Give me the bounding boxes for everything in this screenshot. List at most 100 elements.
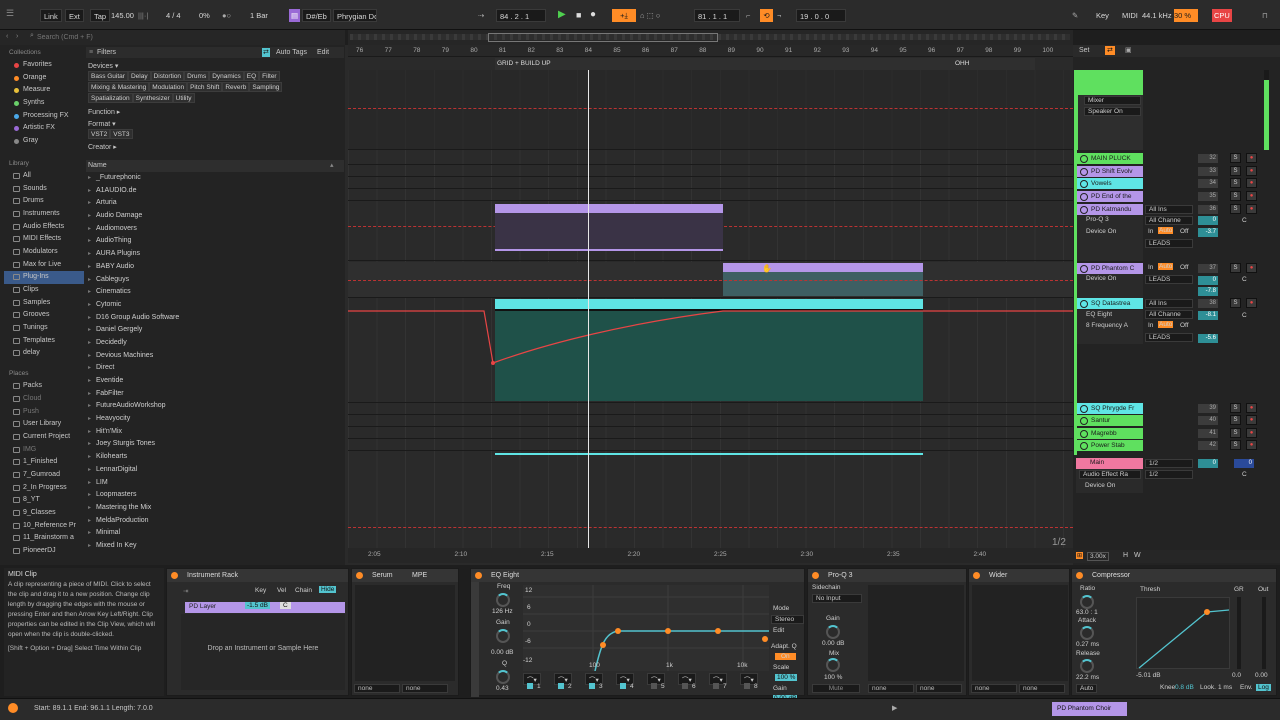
track-header[interactable]: PD End of the [1077,191,1143,202]
track-volume[interactable]: 38 [1198,299,1218,308]
list-item[interactable]: A1AUDIO.de [86,185,344,198]
lookahead-value[interactable]: 1 ms [1218,684,1232,691]
list-item[interactable]: Loopmasters [86,489,344,502]
list-item[interactable]: Arturia [86,197,344,210]
list-item[interactable]: LennarDigital [86,464,344,477]
chain-arrow-icon[interactable]: ⇥ [183,587,188,595]
loop-length-field[interactable]: 19 . 0 . 0 [796,9,846,22]
solo-button[interactable]: S [1230,428,1241,438]
loop-icon[interactable]: ⟲ [760,9,773,22]
devices-label[interactable]: Devices ▾ [86,62,344,70]
device-tag[interactable]: Modulation [149,82,188,92]
q-knob[interactable] [496,670,510,684]
arm-button[interactable]: ● [1246,204,1257,214]
list-item[interactable]: Audiomovers [86,223,344,236]
solo-button[interactable]: S [1230,440,1241,450]
threshold-value[interactable]: -5.01 dB [1136,672,1161,679]
device-title[interactable]: Pro-Q 3 [808,569,966,582]
library-item-midi-effects[interactable]: MIDI Effects [4,233,84,246]
band-toggle[interactable] [589,683,595,689]
chain-pan[interactable]: C [280,602,291,609]
list-item[interactable]: AURA Plugins [86,248,344,261]
track-header[interactable]: PD Phantom C [1077,263,1143,274]
format-label[interactable]: Format ▾ [86,120,344,128]
track-volume[interactable]: 37 [1198,264,1218,273]
arm-button[interactable]: ● [1246,153,1257,163]
monitor-in[interactable]: In [1148,264,1153,271]
device-tag[interactable]: Reverb [222,82,250,92]
device-tag[interactable]: Spatialization [88,93,133,103]
function-label[interactable]: Function ▸ [86,108,344,116]
input-channel-menu[interactable]: All Channe [1145,216,1193,225]
w-button[interactable]: W [1134,552,1141,559]
collection-measure[interactable]: Measure [4,84,84,97]
hide-toggle[interactable]: Hide [319,586,337,593]
list-item[interactable]: Cytomic [86,299,344,312]
collection-favorites[interactable]: Favorites [4,59,84,72]
list-item[interactable]: Kilohearts [86,451,344,464]
monitor-in[interactable]: In [1148,228,1153,235]
track-volume[interactable]: 36 [1198,205,1218,214]
selected-track-indicator[interactable]: PD Phantom Choir [1052,702,1127,716]
monitor-in[interactable]: In [1148,322,1153,329]
library-item-grooves[interactable]: Grooves [4,309,84,322]
ratio-value[interactable]: 63.0 : 1 [1076,609,1098,616]
follow-icon[interactable]: ⇢ [478,9,484,22]
compressor-device[interactable]: Compressor Ratio 63.0 : 1 Attack 0.27 ms… [1071,568,1277,696]
sidechain-menu[interactable]: No Input [812,594,862,603]
io-toggle-icon[interactable]: ⇄ [1105,46,1115,55]
main-volume[interactable]: 0 [1198,459,1218,468]
freq-knob[interactable] [496,593,510,607]
solo-button[interactable]: S [1230,415,1241,425]
send-value[interactable]: 0 [1198,216,1218,225]
library-item-instruments[interactable]: Instruments [4,208,84,221]
auto-release-toggle[interactable]: Auto [1076,684,1098,693]
device-tag[interactable]: Distortion [150,71,185,81]
quantize-menu[interactable]: 1 Bar [250,9,268,22]
band-toggle[interactable] [620,683,626,689]
scale-icon[interactable]: ▤ [289,9,300,22]
arm-button[interactable]: ● [1246,298,1257,308]
library-item-drums[interactable]: Drums [4,195,84,208]
q-value[interactable]: 0.43 [496,685,509,692]
arm-button[interactable]: ● [1246,178,1257,188]
speaker-dropdown[interactable]: Speaker On [1084,107,1141,116]
arm-button[interactable]: ● [1246,191,1257,201]
device-proq3[interactable]: Pro-Q 3 [1086,216,1109,223]
place-item[interactable]: Push [4,406,84,419]
list-item[interactable]: Decidedly [86,337,344,350]
record-icon[interactable]: ● [590,8,596,21]
eq-curve[interactable] [523,585,769,672]
list-item[interactable]: Joey Sturgis Tones [86,438,344,451]
macro-menu[interactable]: none [1019,684,1065,693]
overdub-button[interactable]: +⤓ [612,9,636,22]
library-item-max-for-live[interactable]: Max for Live [4,259,84,272]
list-item[interactable]: Direct [86,362,344,375]
list-item[interactable]: MeldaProduction [86,515,344,528]
pan-value[interactable]: C [1242,217,1247,224]
list-item[interactable]: Audio Damage [86,210,344,223]
list-item[interactable]: Heavyocity [86,413,344,426]
creator-label[interactable]: Creator ▸ [86,143,344,151]
place-item[interactable]: 2_In Progress [4,482,84,495]
place-item[interactable]: 8_YT [4,494,84,507]
track-volume[interactable]: 34 [1198,179,1218,188]
device-tag[interactable]: EQ [243,71,260,81]
solo-button[interactable]: S [1230,403,1241,413]
mode-menu[interactable]: Stereo [771,615,804,624]
band-toggle[interactable] [651,683,657,689]
overview-strip[interactable] [348,30,1073,45]
scale-menu[interactable]: Phrygian Do [333,9,377,22]
list-item[interactable]: _Futurephonic [86,172,344,185]
chain-toggle[interactable]: Chain [295,587,312,594]
search-input[interactable] [37,32,337,43]
list-item[interactable]: BABY Audio [86,261,344,274]
solo-button[interactable]: S [1230,263,1241,273]
format-tag[interactable]: VST2 [88,129,111,139]
device-tag[interactable]: Drums [184,71,210,81]
play-selection-icon[interactable]: ▶ [892,704,897,712]
attack-knob[interactable] [1080,626,1094,640]
device-title[interactable]: Instrument Rack [167,569,348,582]
format-tag[interactable]: VST3 [110,129,133,139]
device-frequency[interactable]: 8 Frequency A [1086,322,1128,329]
